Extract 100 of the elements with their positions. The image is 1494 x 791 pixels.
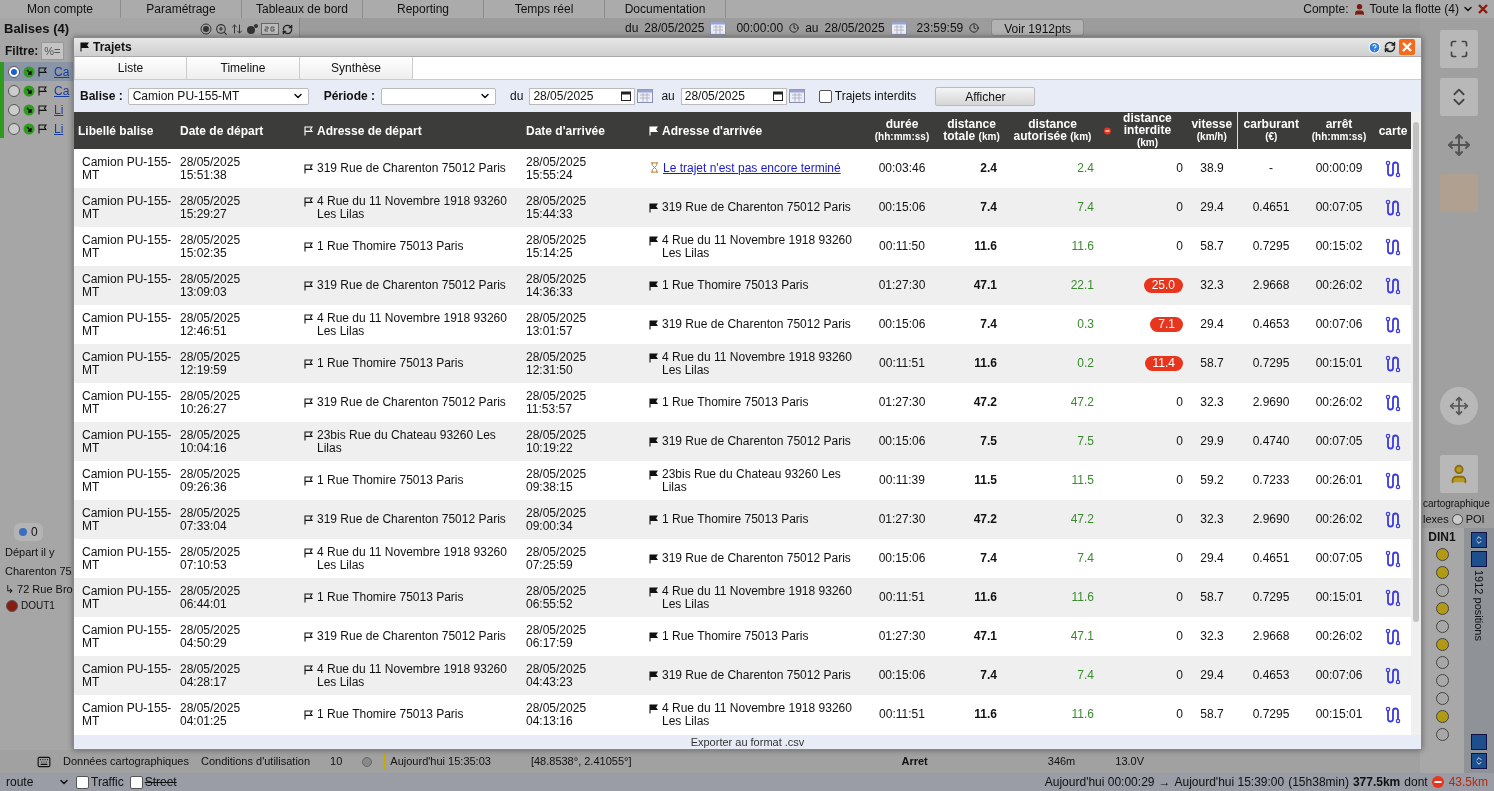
date-field[interactable]: 28/05/2025	[529, 87, 636, 105]
show-button[interactable]: Afficher	[935, 86, 1036, 106]
table-cell: 11.6	[1005, 695, 1100, 734]
beacon-link[interactable]: Ca	[54, 81, 70, 100]
table-cell: 0.4651	[1237, 539, 1305, 578]
dialog-tab[interactable]: Liste	[74, 57, 187, 79]
table-cell: 28/05/2025 07:33:04	[176, 500, 300, 539]
scrollbar-thumb[interactable]	[1413, 122, 1419, 622]
table-cell: 28/05/2025 13:01:57	[522, 305, 645, 344]
period-label: Période :	[323, 88, 376, 105]
route-icon[interactable]	[1385, 315, 1401, 334]
scroll-up-button[interactable]	[1471, 550, 1487, 567]
route-icon[interactable]	[1385, 588, 1401, 607]
route-icon[interactable]	[1385, 159, 1401, 178]
time-text[interactable]: 23:59:59	[916, 18, 964, 37]
dialog-tab[interactable]: Synthèse	[300, 57, 413, 79]
scroll-bottom-button[interactable]	[1471, 753, 1487, 769]
beacon-item[interactable]: Li	[4, 100, 73, 119]
radio-button[interactable]	[8, 84, 20, 97]
expand-button[interactable]	[1440, 78, 1478, 116]
beacon-link[interactable]: Li	[54, 119, 64, 138]
table-cell: Camion PU-155-MT	[74, 383, 176, 422]
nav-item[interactable]: Temps réel	[484, 0, 605, 18]
radio-button[interactable]	[1451, 513, 1463, 525]
radio-button[interactable]	[8, 103, 20, 116]
dialog-tab[interactable]: Timeline	[187, 57, 300, 79]
table-cell: 2.9668	[1237, 617, 1305, 656]
route-icon[interactable]	[1385, 705, 1401, 724]
map-type-select[interactable]: route	[6, 773, 70, 791]
zoom-icon[interactable]	[215, 22, 228, 36]
route-icon[interactable]	[1385, 198, 1401, 217]
filter-field[interactable]: %=	[41, 41, 64, 61]
refresh-icon[interactable]	[1384, 41, 1396, 53]
route-icon[interactable]	[1385, 432, 1401, 451]
refresh-icon[interactable]	[282, 23, 293, 35]
nav-item[interactable]: Documentation	[605, 0, 726, 18]
table-cell: 00:11:50	[866, 227, 938, 266]
route-icon[interactable]	[1385, 627, 1401, 646]
scroll-top-button[interactable]	[1471, 531, 1487, 548]
calendar-icon	[772, 91, 783, 101]
scrollbar[interactable]	[1411, 112, 1421, 735]
position-distance: 346m	[1047, 754, 1076, 770]
route-icon[interactable]	[1385, 471, 1401, 490]
table-cell: 28/05/2025 12:31:50	[522, 344, 645, 383]
beacon-item[interactable]: Ca	[4, 81, 73, 100]
beacon-link[interactable]: Li	[54, 100, 64, 119]
address-text: 4 Rue du 11 Novembre 1918 93260 Les Lilas	[662, 584, 853, 611]
no-entry-icon	[1431, 776, 1444, 788]
route-icon[interactable]	[1385, 510, 1401, 529]
dots-icon[interactable]	[246, 24, 258, 34]
help-icon[interactable]	[1368, 40, 1381, 54]
table-cell: 47.2	[1005, 383, 1100, 422]
export-link[interactable]: Exporter au format .csv	[690, 733, 805, 751]
calendar-icon[interactable]	[710, 20, 727, 35]
four-arrows-icon[interactable]	[1447, 133, 1471, 157]
date-text[interactable]: 28/05/2025	[824, 18, 885, 37]
radio-button[interactable]	[8, 65, 20, 78]
table-cell: 32.3	[1187, 617, 1237, 656]
account-select[interactable]: Toute la flotte (4)	[1369, 0, 1474, 18]
route-icon[interactable]	[1385, 393, 1401, 412]
poi-label: POI	[1465, 512, 1485, 527]
table-cell: 28/05/2025 04:28:17	[176, 656, 300, 695]
route-icon[interactable]	[1385, 276, 1401, 295]
trip-status-link[interactable]: Le trajet n'est pas encore terminé	[663, 161, 841, 175]
map-option-checkbox[interactable]	[76, 775, 89, 789]
date-text[interactable]: 28/05/2025	[644, 18, 705, 37]
nav-item[interactable]: Reporting	[363, 0, 484, 18]
table-cell: 00:15:06	[866, 539, 938, 578]
flag-icon	[649, 235, 658, 246]
table-cell: 00:15:01	[1305, 695, 1373, 734]
target-icon[interactable]	[200, 23, 212, 35]
time-text[interactable]: 00:00:00	[736, 18, 784, 37]
route-icon[interactable]	[1385, 237, 1401, 256]
address-text: 319 Rue de Charenton 75012 Paris	[317, 629, 506, 643]
calendar-icon[interactable]	[637, 89, 654, 103]
sort-icon[interactable]	[231, 23, 243, 35]
pan-control[interactable]	[1440, 387, 1478, 425]
position-radio[interactable]	[362, 756, 373, 767]
beacon-item[interactable]: Li	[4, 119, 73, 138]
calendar-icon[interactable]	[788, 89, 805, 103]
forbidden-checkbox[interactable]	[818, 89, 832, 103]
route-icon[interactable]	[1385, 549, 1401, 568]
radio-button[interactable]	[8, 122, 20, 135]
fullscreen-button[interactable]	[1440, 30, 1478, 68]
beacon-select[interactable]: Camion PU-155-MT	[127, 87, 309, 105]
route-icon[interactable]	[1385, 666, 1401, 685]
clock-icon[interactable]	[969, 22, 980, 33]
route-icon[interactable]	[1385, 354, 1401, 373]
table-cell: 28/05/2025 10:04:16	[176, 422, 300, 461]
table-cell: 0	[1176, 551, 1183, 565]
close-icon[interactable]	[1478, 4, 1488, 14]
calendar-icon[interactable]	[890, 20, 907, 35]
terms-link[interactable]: Conditions d'utilisation	[201, 753, 311, 770]
map-data-link[interactable]: Données cartographiques	[63, 753, 189, 770]
date-field[interactable]: 28/05/2025	[680, 87, 787, 105]
table-cell: 28/05/2025 04:43:23	[522, 656, 645, 695]
flag-icon	[649, 352, 658, 363]
show-points-button[interactable]: Voir 1912pts	[991, 19, 1084, 36]
clock-icon[interactable]	[789, 22, 800, 33]
network-2g-icon[interactable]	[261, 23, 279, 35]
